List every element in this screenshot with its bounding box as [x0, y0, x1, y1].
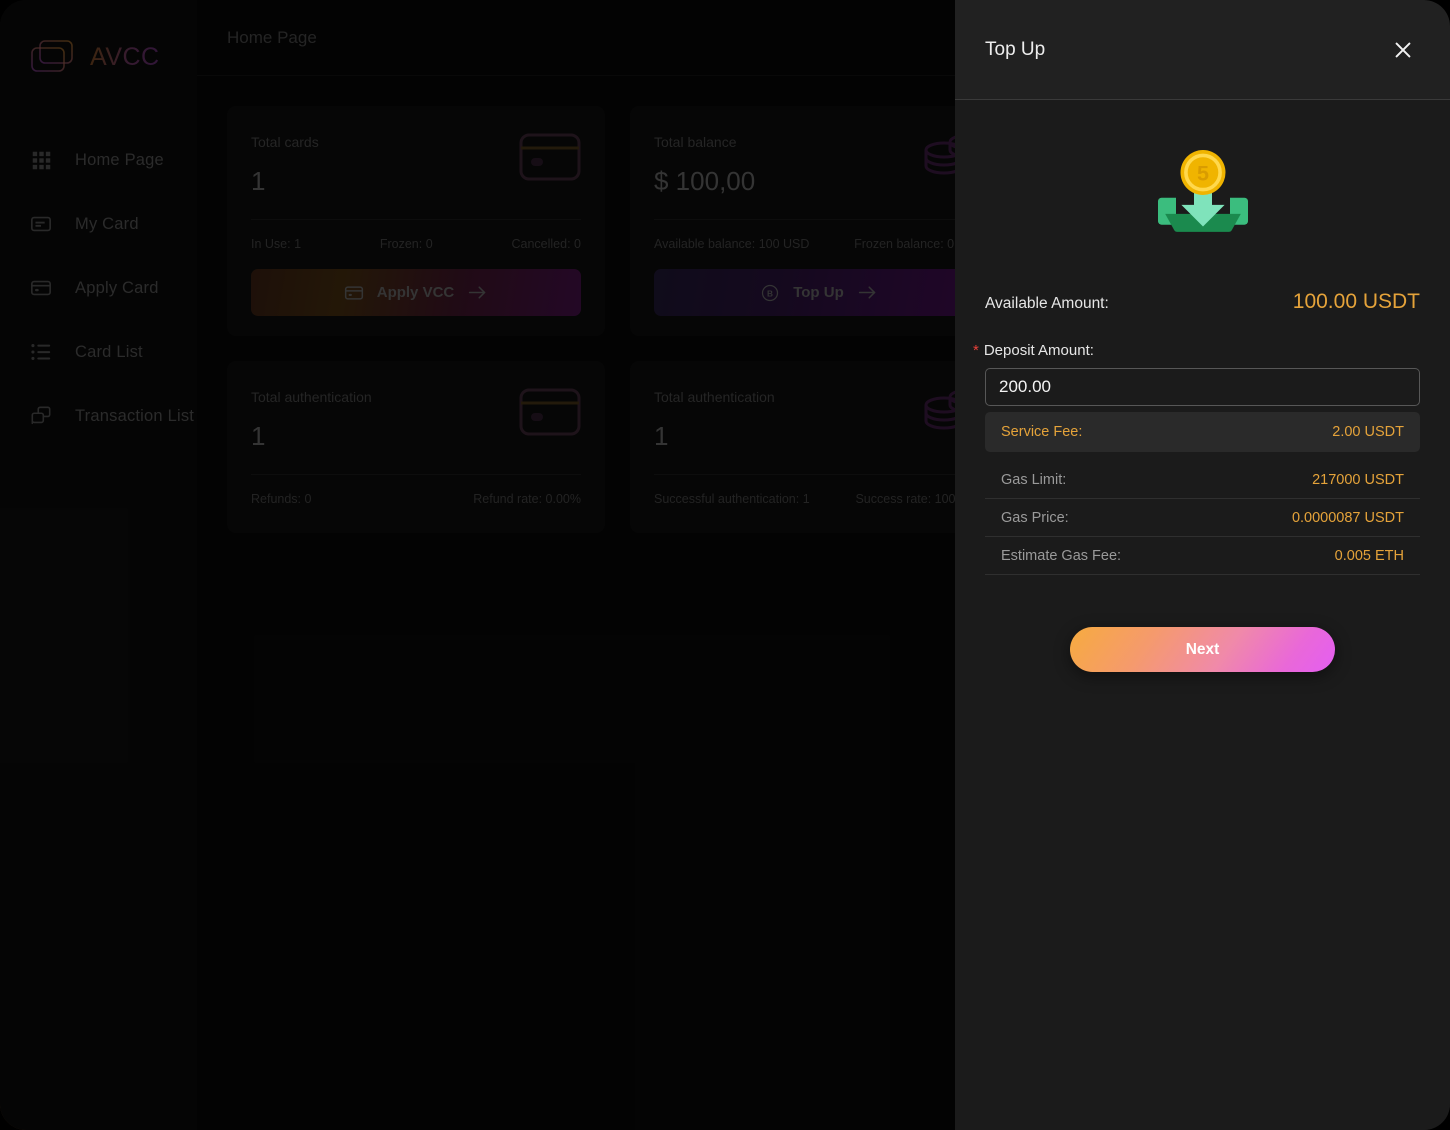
- fee-value: 217000 USDT: [1312, 471, 1404, 488]
- app-root: AVCC Home Page: [0, 0, 1450, 1130]
- fee-row-gas-limit: Gas Limit: 217000 USDT: [985, 461, 1420, 499]
- top-up-drawer: Top Up 5 Available Amount: 100.00 USDT *…: [955, 0, 1450, 1130]
- required-marker: *: [973, 342, 979, 359]
- deposit-amount-input[interactable]: [985, 368, 1420, 406]
- available-amount-value: 100.00 USDT: [1292, 290, 1420, 313]
- fee-label: Gas Limit:: [1001, 471, 1067, 488]
- deposit-amount-label: * Deposit Amount:: [973, 342, 1420, 359]
- fee-row-estimate-gas-fee: Estimate Gas Fee: 0.005 ETH: [985, 537, 1420, 575]
- available-amount-row: Available Amount: 100.00 USDT: [985, 290, 1420, 318]
- fee-label: Estimate Gas Fee:: [1001, 547, 1122, 564]
- coin-deposit-icon: 5: [985, 100, 1420, 290]
- fee-label: Gas Price:: [1001, 509, 1069, 526]
- fee-breakdown-list: Service Fee: 2.00 USDT Gas Limit: 217000…: [985, 412, 1420, 575]
- deposit-amount-label-text: Deposit Amount:: [983, 342, 1094, 359]
- available-amount-label: Available Amount:: [985, 295, 1109, 312]
- fee-row-service-fee: Service Fee: 2.00 USDT: [985, 412, 1420, 452]
- close-icon[interactable]: [1388, 35, 1418, 65]
- fee-value: 0.005 ETH: [1334, 547, 1404, 564]
- drawer-header: Top Up: [955, 0, 1450, 100]
- fee-label: Service Fee:: [1001, 424, 1083, 440]
- fee-value: 2.00 USDT: [1332, 424, 1404, 440]
- drawer-title: Top Up: [985, 38, 1046, 60]
- coin-label: 5: [1196, 161, 1208, 186]
- drawer-body: 5 Available Amount: 100.00 USDT * Deposit…: [955, 100, 1450, 1130]
- drawer-actions: Next: [985, 575, 1420, 672]
- fee-row-gas-price: Gas Price: 0.0000087 USDT: [985, 499, 1420, 537]
- next-button[interactable]: Next: [1070, 627, 1335, 672]
- fee-value: 0.0000087 USDT: [1291, 509, 1404, 526]
